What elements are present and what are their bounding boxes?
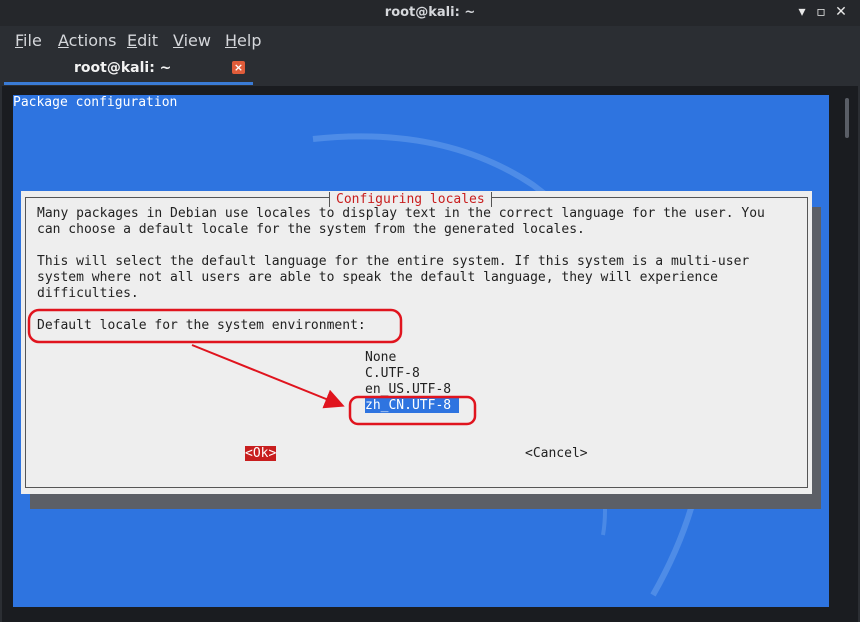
tab-close-icon[interactable]: × — [232, 61, 245, 74]
ok-button[interactable]: <Ok> — [245, 446, 277, 461]
tab-bar: root@kali: ~ × — [0, 56, 860, 86]
dialog-frame — [25, 197, 808, 488]
locale-prompt: Default locale for the system environmen… — [37, 318, 366, 333]
description-line: difficulties. — [37, 286, 139, 301]
window-titlebar: root@kali: ~ ▾ ▫ ✕ — [0, 0, 860, 26]
minimize-icon[interactable]: ▾ — [793, 3, 811, 21]
menu-edit[interactable]: Edit — [127, 31, 158, 50]
dialog-title: Configuring locales — [329, 192, 492, 207]
close-window-icon[interactable]: ✕ — [832, 3, 850, 21]
menubar: File Actions Edit View Help — [0, 26, 860, 56]
maximize-icon[interactable]: ▫ — [812, 3, 830, 21]
menu-help[interactable]: Help — [225, 31, 261, 50]
tab-terminal[interactable]: root@kali: ~ × — [4, 56, 253, 85]
terminal-scrollbar[interactable] — [845, 98, 849, 138]
locale-option-none[interactable]: None — [365, 350, 396, 365]
menu-view[interactable]: View — [173, 31, 211, 50]
tab-label: root@kali: ~ — [74, 60, 172, 76]
locale-option-en-us-utf8[interactable]: en_US.UTF-8 — [365, 382, 451, 397]
description-line: system where not all users are able to s… — [37, 270, 718, 285]
menu-file[interactable]: File — [15, 31, 42, 50]
description-line: Many packages in Debian use locales to d… — [37, 206, 765, 221]
description-line: This will select the default language fo… — [37, 254, 750, 269]
locale-dialog: Configuring locales Many packages in Deb… — [21, 191, 812, 494]
menu-actions[interactable]: Actions — [58, 31, 116, 50]
cancel-button[interactable]: <Cancel> — [525, 446, 588, 461]
package-configuration-header: Package configuration — [13, 95, 178, 110]
window-title: root@kali: ~ — [384, 5, 476, 20]
description-line: can choose a default locale for the syst… — [37, 222, 585, 237]
locale-option-c-utf8[interactable]: C.UTF-8 — [365, 366, 420, 381]
locale-option-zh-cn-utf8[interactable]: zh_CN.UTF-8 — [365, 398, 460, 413]
terminal-screen: Package configuration Configuring locale… — [13, 95, 829, 607]
